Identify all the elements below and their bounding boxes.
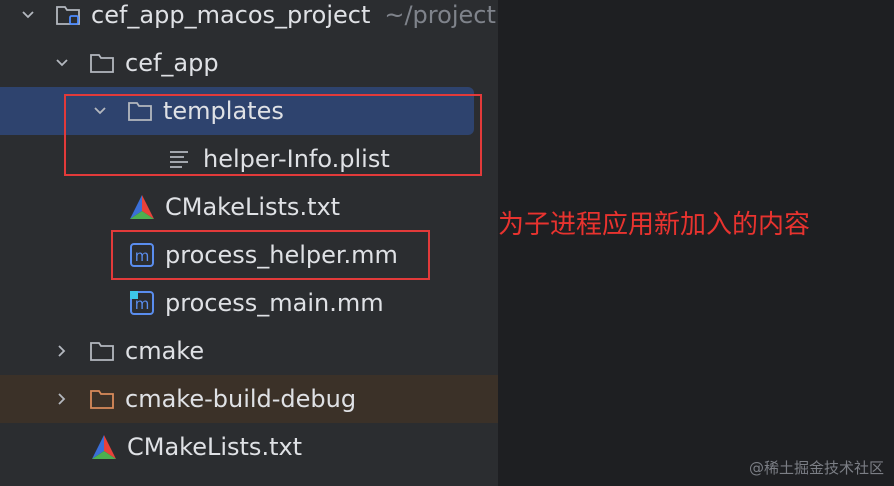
- folder-icon: [88, 337, 116, 365]
- chevron-right-icon[interactable]: [52, 389, 72, 409]
- project-tree: cef_app_macos_project ~/project cef_app …: [0, 0, 498, 486]
- folder-icon: [88, 49, 116, 77]
- chevron-down-icon[interactable]: [18, 5, 38, 25]
- excluded-folder-icon: [88, 385, 116, 413]
- module-folder-icon: [54, 1, 82, 29]
- tree-row-cmakelists-inner[interactable]: CMakeLists.txt: [0, 183, 498, 231]
- chevron-right-icon[interactable]: [52, 341, 72, 361]
- objc-file-modified-icon: m: [128, 289, 156, 317]
- item-label: CMakeLists.txt: [127, 433, 303, 461]
- item-label: cmake-build-debug: [125, 385, 357, 413]
- item-label: cef_app: [125, 49, 219, 77]
- annotation-text: 为子进程应用新加入的内容: [498, 210, 811, 240]
- svg-text:m: m: [135, 295, 150, 313]
- tree-row-process-main[interactable]: m process_main.mm: [0, 279, 498, 327]
- highlight-box-process-helper: [111, 230, 430, 280]
- tree-row-cmakelists-root[interactable]: CMakeLists.txt: [0, 423, 498, 471]
- root-label: cef_app_macos_project: [91, 1, 371, 29]
- chevron-down-icon[interactable]: [52, 53, 72, 73]
- highlight-box-templates: [64, 94, 482, 176]
- item-label: cmake: [125, 337, 205, 365]
- item-label: process_main.mm: [165, 289, 384, 317]
- root-path: ~/project: [384, 1, 496, 29]
- watermark: @稀土掘金技术社区: [748, 459, 884, 477]
- editor-area: [499, 0, 894, 486]
- tree-row-cmake-build-debug[interactable]: cmake-build-debug: [0, 375, 498, 423]
- tree-row-cmake[interactable]: cmake: [0, 327, 498, 375]
- cmake-icon: [90, 433, 118, 461]
- tree-row-root[interactable]: cef_app_macos_project ~/project: [0, 0, 498, 39]
- tree-row-cef-app[interactable]: cef_app: [0, 39, 498, 87]
- item-label: CMakeLists.txt: [165, 193, 341, 221]
- cmake-icon: [128, 193, 156, 221]
